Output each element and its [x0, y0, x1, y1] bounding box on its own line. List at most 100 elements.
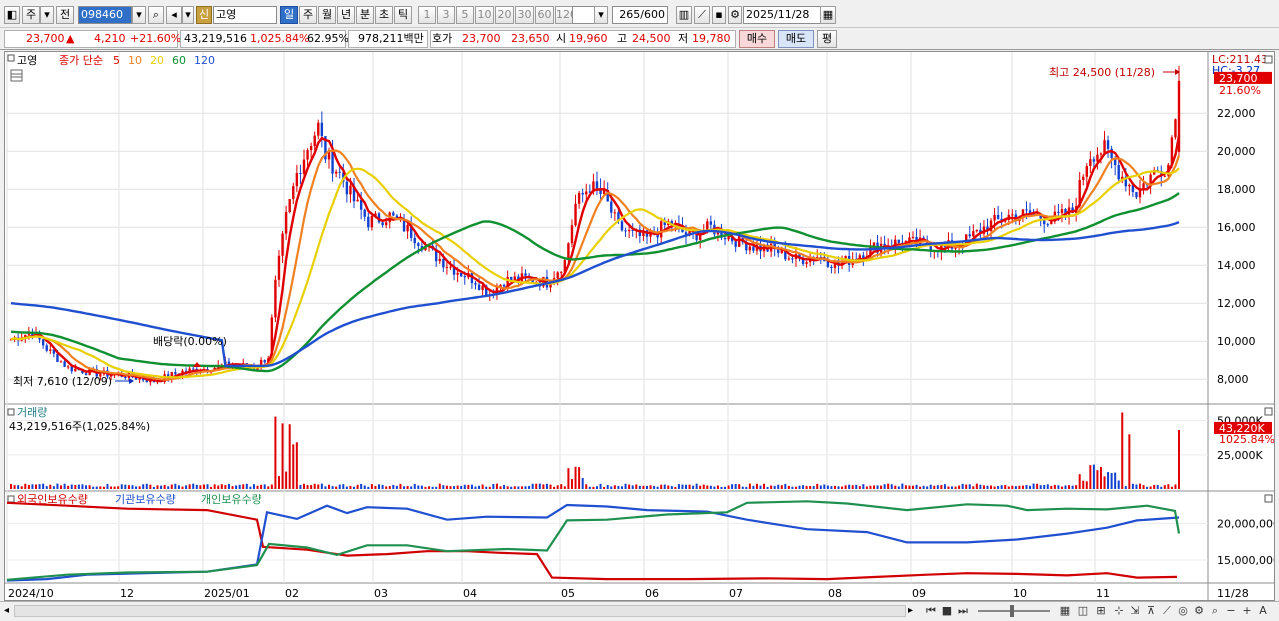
chart-canvas[interactable]: 2024/10 12 2025/01 02 03 04 05 06 07 08 09 10 11 11/2…: [5, 52, 1274, 600]
gear-icon[interactable]: ⚙: [728, 6, 742, 24]
volume-bar: [31, 484, 34, 489]
tool-settings-icon[interactable]: ⚙: [1192, 604, 1206, 618]
volume-bar: [413, 483, 416, 489]
price-axis-label: 16,000: [1217, 221, 1256, 234]
volume-bar: [858, 486, 861, 489]
interval-dropdown-icon[interactable]: ▾: [594, 6, 608, 24]
volume-bar: [256, 485, 259, 489]
volume-bar: [399, 483, 402, 489]
low-price: 19,780: [692, 32, 731, 45]
volume-bar: [770, 485, 773, 489]
volume-bar: [181, 486, 184, 489]
market-select[interactable]: 주: [22, 6, 40, 24]
volume-bar: [56, 483, 59, 489]
candle-body: [456, 272, 459, 275]
font-size-icon[interactable]: A: [1256, 604, 1270, 618]
interval-button-3[interactable]: 3: [437, 6, 455, 24]
layers-icon[interactable]: ◫: [1076, 604, 1090, 618]
date-field[interactable]: 2025/11/28: [743, 6, 821, 24]
period-button-4[interactable]: 분: [356, 6, 374, 24]
scrollbar-track[interactable]: [14, 605, 906, 617]
volume-bar: [1000, 485, 1003, 489]
layout-icon[interactable]: ◧: [4, 6, 20, 24]
turnover-percent: 62.95%: [307, 32, 349, 45]
volume-bar: [617, 486, 620, 489]
sell-button[interactable]: 매도: [778, 30, 814, 48]
period-button-2[interactable]: 월: [318, 6, 336, 24]
zoom-out-icon[interactable]: −: [1224, 604, 1238, 618]
volume-bar: [270, 484, 273, 489]
chart-area[interactable]: 2024/10 12 2025/01 02 03 04 05 06 07 08 09 10 11 11/2…: [4, 51, 1275, 601]
volume-bar: [435, 486, 438, 489]
bar-chart-icon[interactable]: ▥: [676, 6, 692, 24]
pin-icon[interactable]: ⊼: [1144, 604, 1158, 618]
drag-icon[interactable]: ⇲: [1128, 604, 1142, 618]
volume-bar: [798, 485, 801, 489]
speaker-dropdown-icon[interactable]: ▾: [182, 6, 194, 24]
forward-icon[interactable]: ⏭: [956, 604, 970, 618]
speaker-icon[interactable]: ◂: [166, 6, 182, 24]
high-price: 24,500: [632, 32, 671, 45]
period-button-5[interactable]: 초: [375, 6, 393, 24]
period-button-0[interactable]: 일: [280, 6, 298, 24]
volume-bar: [381, 484, 384, 489]
interval-button-20[interactable]: 20: [495, 6, 514, 24]
rewind-icon[interactable]: ⏮: [924, 604, 938, 618]
interval-button-60[interactable]: 60: [535, 6, 554, 24]
volume-bar: [110, 486, 113, 489]
volume-bar: [363, 485, 366, 489]
volume-bar: [667, 485, 670, 489]
volume-bar: [331, 486, 334, 489]
search-icon[interactable]: ⌕: [148, 6, 164, 24]
volume-bar: [520, 486, 523, 489]
volume-bar: [538, 483, 541, 489]
zoom-in-icon[interactable]: +: [1240, 604, 1254, 618]
code-dropdown-icon[interactable]: ▾: [132, 6, 146, 24]
interval-button-1[interactable]: 1: [418, 6, 436, 24]
line-tool-icon[interactable]: ⟋: [694, 6, 710, 24]
volume-bar: [791, 486, 794, 489]
zoom-slider-handle[interactable]: [1010, 605, 1014, 617]
period-button-3[interactable]: 년: [337, 6, 355, 24]
avg-button[interactable]: 평: [817, 30, 837, 48]
prev-button[interactable]: 전: [56, 6, 74, 24]
volume-bar: [81, 484, 84, 489]
circle-icon[interactable]: ◎: [1176, 604, 1190, 618]
candle-body: [1060, 209, 1064, 214]
count-field[interactable]: 265/600: [612, 6, 668, 24]
grid-icon[interactable]: ▦: [1058, 604, 1072, 618]
calendar-icon[interactable]: ▦: [820, 6, 836, 24]
candle-body: [313, 135, 316, 146]
volume-bar: [1089, 465, 1092, 489]
chart-type-icon[interactable]: ⊞: [1094, 604, 1108, 618]
interval-button-30[interactable]: 30: [515, 6, 534, 24]
volume-bar: [235, 485, 238, 489]
scroll-left-icon[interactable]: ◂: [4, 604, 14, 618]
code-input[interactable]: 098460: [78, 6, 132, 24]
quote-bar: 23,700 ▲ 4,210 +21.60% 43,219,516 1,025.…: [0, 28, 1279, 50]
save-icon[interactable]: ▪: [712, 6, 726, 24]
market-dropdown-icon[interactable]: ▾: [40, 6, 54, 24]
volume-bar: [940, 485, 943, 489]
name-field[interactable]: 고영: [213, 6, 277, 24]
candle-body: [620, 221, 624, 231]
interval-button-5[interactable]: 5: [456, 6, 474, 24]
zoom-slider[interactable]: [978, 610, 1050, 612]
volume-bar: [27, 484, 30, 489]
candle-body: [911, 236, 915, 238]
volume-bar: [897, 486, 900, 489]
scroll-right-icon[interactable]: ▸: [908, 604, 918, 618]
zoom-search-icon[interactable]: ⌕: [1208, 604, 1222, 618]
crosshair-icon[interactable]: ⊹: [1112, 604, 1126, 618]
interval-button-10[interactable]: 10: [475, 6, 494, 24]
volume-axis-label: 25,000K: [1217, 449, 1263, 462]
period-button-1[interactable]: 주: [299, 6, 317, 24]
buy-button[interactable]: 매수: [739, 30, 775, 48]
candle-body: [192, 368, 195, 370]
stop-icon[interactable]: ■: [940, 604, 954, 618]
high-annotation: 최고 24,500 (11/28): [1049, 66, 1155, 79]
candle-body: [413, 237, 416, 244]
period-button-6[interactable]: 틱: [394, 6, 412, 24]
volume-bar: [1099, 466, 1102, 489]
draw-line-icon[interactable]: ⟋: [1160, 604, 1174, 618]
